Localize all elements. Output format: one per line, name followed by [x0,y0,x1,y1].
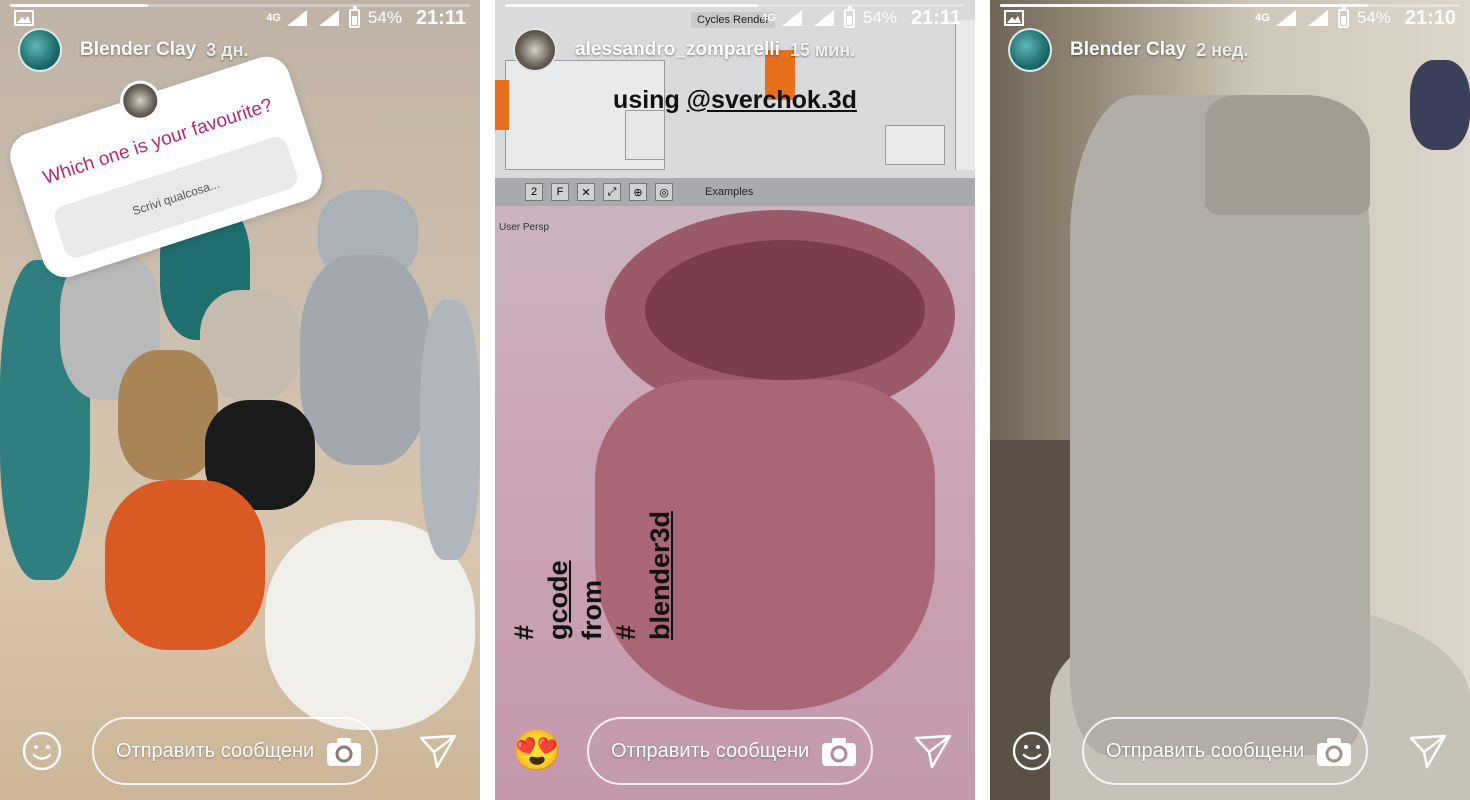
pot-silver-large [300,255,430,465]
node-box-3 [885,125,945,165]
caption-prefix: using [613,86,687,114]
reply-placeholder: Отправить сообщени [116,739,315,762]
network-type: 4G [266,12,281,24]
signal-icon [285,9,309,27]
camera-icon[interactable] [1316,737,1352,767]
pot-silver-right [420,300,480,560]
send-icon[interactable] [909,727,957,775]
network-type: 4G [1255,12,1270,24]
smiley-icon[interactable] [1008,727,1056,775]
camera-icon[interactable] [821,737,857,767]
username[interactable]: Blender Clay [1070,39,1186,61]
story-panel-1[interactable]: 4G 54% 21:11 Blender Clay 3 дн. Which on… [0,0,480,800]
reply-bar: 😍 Отправить сообщени [495,716,975,786]
signal-icon [780,9,804,27]
reply-placeholder: Отправить сообщени [1106,739,1305,762]
hashtag-blender3d[interactable]: blender3d [643,511,677,640]
avatar[interactable] [513,28,557,72]
signal-icon [1274,9,1298,27]
blender-toolbar: 2 F ✕ ⤢ ⊕ ◎ Examples [495,178,975,206]
story-panel-2[interactable]: Cycles Render 2 F ✕ ⤢ ⊕ ◎ Examples User … [495,0,975,800]
toolbar-btn: ✕ [577,183,595,201]
avatar[interactable] [18,28,62,72]
battery-icon [843,5,855,28]
toolbar-btn: ◎ [655,183,673,201]
reply-message-input[interactable]: Отправить сообщени [1082,717,1368,785]
battery-percent: 54% [367,8,402,27]
hashtag-line-1: # gcode from [507,511,609,640]
clock-time: 21:10 [1404,6,1456,29]
toolbar-btn: ⊕ [629,183,647,201]
reply-message-input[interactable]: Отправить сообщени [587,717,873,785]
send-icon[interactable] [1404,727,1452,775]
story-panel-3[interactable]: 4G 54% 21:10 Blender Clay 2 нед. Отправи… [990,0,1470,800]
hashtag-line-2: # blender3d [611,510,677,640]
battery-percent: 54% [862,8,897,27]
pot-orange [105,480,265,650]
story-header[interactable]: alessandro_zomparelli 15 мин. [513,28,957,72]
gallery-icon [14,10,34,26]
mention-link[interactable]: @sverchok.3d [687,86,857,114]
story-image-clay-column [990,0,1470,800]
battery-percent: 54% [1356,8,1391,27]
avatar[interactable] [1008,28,1052,72]
smiley-icon[interactable] [18,727,66,775]
tool [1410,60,1470,150]
battery-icon [1337,5,1349,28]
signal-icon-2 [1306,9,1330,27]
viewport-label: User Persp [499,222,550,233]
story-image-blender-screen: Cycles Render 2 F ✕ ⤢ ⊕ ◎ Examples User … [495,0,975,800]
network-type: 4G [761,12,776,24]
clock-time: 21:11 [910,6,961,29]
story-header[interactable]: Blender Clay 2 нед. [1008,28,1452,72]
clay-column-top [1205,95,1370,215]
toolbar-btn: ⤢ [603,183,621,201]
reply-placeholder: Отправить сообщени [611,739,810,762]
reply-message-input[interactable]: Отправить сообщени [92,717,378,785]
toolbar-btn: F [551,183,569,201]
post-time: 15 мин. [789,39,856,60]
post-time: 2 нед. [1196,39,1249,60]
pot-tan [118,350,218,480]
reply-bar: Отправить сообщени [0,716,480,786]
signal-icon-2 [812,9,836,27]
examples-label: Examples [705,186,754,198]
post-time: 3 дн. [206,39,249,60]
reply-bar: Отправить сообщени [990,716,1470,786]
heart-eyes-emoji[interactable]: 😍 [512,727,562,775]
username[interactable]: Blender Clay [80,39,196,61]
signal-icon-2 [317,9,341,27]
story-caption-top: using @sverchok.3d [495,86,975,115]
camera-icon[interactable] [326,737,362,767]
story-caption-vertical: # gcode from # blender3d [505,460,675,650]
vase-inner [645,240,925,380]
battery-icon [348,5,360,28]
node-box-2 [625,110,665,160]
username[interactable]: alessandro_zomparelli [575,39,780,61]
layer-field: 2 [525,183,543,201]
gallery-icon [1004,10,1024,26]
send-icon[interactable] [414,727,462,775]
clock-time: 21:11 [415,6,466,29]
hashtag-gcode[interactable]: gcode [541,511,575,640]
